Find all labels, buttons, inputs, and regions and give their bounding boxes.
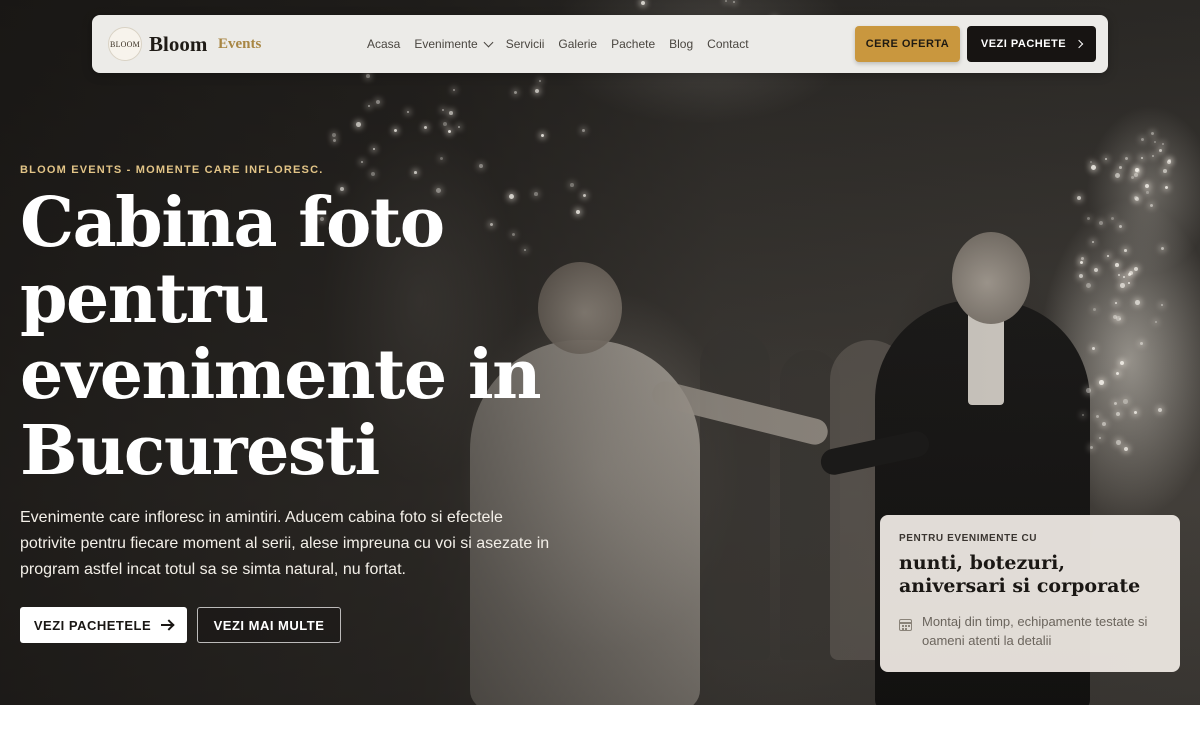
sparkle-dot: [1150, 204, 1153, 207]
sparkle-dot: [1135, 300, 1140, 305]
sparkle-dot: [449, 111, 453, 115]
sparkle-dot: [368, 105, 370, 107]
sparkle-dot: [1134, 196, 1138, 200]
sparkle-dot: [1116, 412, 1120, 416]
top-navbar: BLOOM Bloom Events Acasa Evenimente Serv…: [92, 15, 1108, 73]
sparkle-dot: [1099, 437, 1101, 439]
nav-link-label: Servicii: [505, 37, 545, 51]
sparkle-dot: [1116, 372, 1119, 375]
sparkle-dot: [1168, 159, 1171, 162]
sparkle-dot: [535, 89, 539, 93]
card-title: nunti, botezuri, aniversari si corporate: [899, 552, 1141, 597]
sparkle-dot: [448, 130, 451, 133]
nav-link-pachete[interactable]: Pachete: [611, 37, 655, 51]
sparkle-dot: [1163, 169, 1167, 173]
sparkle-dot: [1124, 249, 1127, 252]
sparkle-dot: [1099, 380, 1104, 385]
sparkle-dot: [1125, 157, 1128, 160]
sparkle-dot: [356, 122, 361, 127]
sparkle-dot: [1119, 166, 1122, 169]
sparkle-dot: [1115, 263, 1119, 267]
hero-title: Cabina foto pentru evenimente in Bucures…: [20, 183, 542, 491]
sparkle-dot: [1079, 274, 1083, 278]
brand-suffix[interactable]: Events: [218, 36, 261, 53]
sparkle-dot: [366, 74, 370, 78]
sparkle-dot: [1120, 283, 1125, 288]
request-offer-button[interactable]: CERE OFERTA: [855, 26, 960, 62]
view-packages-label: VEZI PACHETE: [980, 38, 1067, 50]
sparkle-dot: [582, 129, 585, 132]
sparkle-dot: [1151, 132, 1154, 135]
sparkle-dot: [1116, 440, 1121, 445]
sparkle-dot: [1134, 173, 1138, 177]
sparkle-dot: [1115, 173, 1120, 178]
nav-link-label: Blog: [669, 37, 694, 51]
nav-links: Acasa Evenimente Servicii Galerie Pachet…: [367, 15, 749, 73]
sparkle-dot: [1102, 422, 1106, 426]
sparkle-dot: [1135, 168, 1139, 172]
sparkle-dot: [1134, 411, 1137, 414]
nav-link-acasa[interactable]: Acasa: [367, 37, 400, 51]
card-text: Montaj din timp, echipamente testate si …: [922, 614, 1148, 648]
hero-eyebrow: BLOOM EVENTS - MOMENTE CARE INFLORESC.: [20, 164, 324, 176]
sparkle-dot: [1093, 308, 1096, 311]
nav-link-label: Pachete: [611, 37, 656, 51]
sparkle-dot: [479, 164, 483, 168]
chevron-down-icon: [483, 37, 494, 47]
sparkle-dot: [1116, 316, 1121, 321]
event-types-card: PENTRU EVENIMENTE CU nunti, botezuri, an…: [880, 515, 1180, 672]
nav-link-label: Evenimente: [414, 37, 478, 51]
view-more-button[interactable]: VEZI MAI MULTE: [197, 607, 341, 643]
view-packages-hero-label: VEZI PACHETELE: [33, 617, 152, 633]
request-offer-label: CERE OFERTA: [865, 38, 950, 50]
sparkle-dot: [1092, 347, 1095, 350]
sparkle-dot: [1086, 388, 1091, 393]
view-packages-hero-button[interactable]: VEZI PACHETELE: [20, 607, 187, 643]
nav-link-label: Galerie: [558, 37, 598, 51]
nav-link-label: Acasa: [367, 37, 401, 51]
arrow-right-icon: [161, 624, 174, 626]
sparkle-dot: [1146, 191, 1149, 194]
sparkle-dot: [1091, 165, 1096, 170]
card-detail-row: Montaj din timp, echipamente testate si …: [899, 612, 1161, 650]
hero-description: Evenimente care infloresc in amintiri. A…: [20, 509, 550, 578]
sparkle-dot: [1159, 149, 1162, 152]
nav-link-contact[interactable]: Contact: [707, 37, 748, 51]
nav-link-blog[interactable]: Blog: [669, 37, 693, 51]
brand-logo-text: BLOOM: [110, 39, 140, 49]
view-packages-button[interactable]: VEZI PACHETE: [967, 26, 1096, 62]
chevron-right-icon: [1074, 39, 1084, 49]
sparkle-dot: [1123, 399, 1128, 404]
sparkle-dot: [1086, 283, 1091, 288]
sparkle-dot: [1124, 447, 1128, 451]
sparkle-dot: [1118, 274, 1120, 276]
sparkle-dot: [414, 171, 417, 174]
brand-logo-icon[interactable]: BLOOM: [108, 27, 142, 61]
sparkle-dot: [1141, 138, 1144, 141]
brand-name[interactable]: Bloom: [149, 32, 207, 57]
sparkle-dot: [1081, 257, 1084, 260]
card-eyebrow: PENTRU EVENIMENTE CU: [899, 533, 1038, 544]
sparkle-dot: [1140, 342, 1143, 345]
view-more-label: VEZI MAI MULTE: [213, 617, 325, 633]
sparkle-dot: [443, 122, 447, 126]
calendar-icon: [899, 619, 912, 631]
nav-link-label: Contact: [707, 37, 749, 51]
nav-link-evenimente[interactable]: Evenimente: [414, 37, 494, 51]
sparkle-dot: [541, 134, 544, 137]
nav-link-servicii[interactable]: Servicii: [506, 37, 545, 51]
nav-link-galerie[interactable]: Galerie: [558, 37, 597, 51]
